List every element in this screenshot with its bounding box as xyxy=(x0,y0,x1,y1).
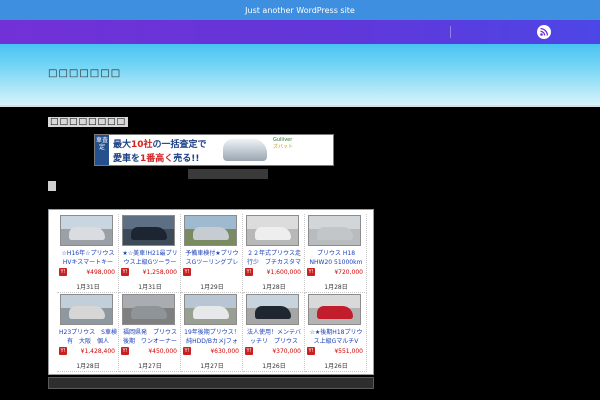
auction-icon: Y! xyxy=(307,268,315,276)
listing-footer-bar xyxy=(48,377,374,389)
auction-icon: Y! xyxy=(245,268,253,276)
listing-price: ¥1,428,400 xyxy=(80,348,115,355)
banner-partner-logos: Gulliver ズバット xyxy=(273,137,294,150)
car-shape xyxy=(317,227,353,240)
price-row: Y! ¥1,600,000 xyxy=(245,268,303,277)
listing-date: 1月28日 xyxy=(324,284,348,291)
listing-price: ¥720,000 xyxy=(334,269,363,276)
listing-title[interactable]: 予備車検付★プリウスGツーリングプレ xyxy=(183,249,241,267)
listing-title[interactable]: 19年後期プリウス！純HDD/BカメJフォ xyxy=(183,328,241,346)
listing-title[interactable]: ☆H16年☆プリウス HVキスマートキー xyxy=(59,249,117,267)
listing-title[interactable]: H23プリウス S車検有 大阪 個人 xyxy=(59,328,117,346)
listing-title[interactable]: ★☆美車!H21最プリウス上級Gツーラー xyxy=(121,249,179,267)
car-appraisal-banner[interactable]: 車査定 最大10社の一括査定で 愛車を1番高く売る!! Gulliver ズバッ… xyxy=(94,134,334,166)
nav-bar xyxy=(0,20,600,44)
listing-item[interactable]: ２２年式プリウス走行少 ブチカスタマ Y! ¥1,600,000 1月28日 xyxy=(243,214,305,293)
auction-icon: Y! xyxy=(245,347,253,355)
car-shape xyxy=(193,306,229,319)
listing-item[interactable]: 予備車検付★プリウスGツーリングプレ Y! 1月29日 xyxy=(181,214,243,293)
banner-car-image xyxy=(223,139,267,161)
car-shape xyxy=(131,306,167,319)
car-thumbnail[interactable] xyxy=(60,215,113,246)
price-row: Y! ¥720,000 xyxy=(307,268,365,277)
listing-item[interactable]: H23プリウス S車検有 大阪 個人 Y! ¥1,428,400 1月28日 xyxy=(57,293,119,372)
car-thumbnail[interactable] xyxy=(60,294,113,325)
car-shape xyxy=(317,306,353,319)
banner-headline-2: 愛車を1番高く売る!! xyxy=(113,154,200,164)
price-row: Y! ¥370,000 xyxy=(245,347,303,356)
price-row: Y! ¥1,258,000 xyxy=(121,268,179,277)
auction-icon: Y! xyxy=(121,268,129,276)
car-thumbnail[interactable] xyxy=(308,294,361,325)
car-listing-panel: ☆H16年☆プリウス HVキスマートキー Y! ¥498,000 1月31日 ★☆美車!… xyxy=(48,209,374,375)
listing-item[interactable]: 福岡県発 プリウス後期 ワンオーナー Y! ¥450,000 1月27日 xyxy=(119,293,181,372)
listing-date: 1月28日 xyxy=(76,363,100,370)
listing-title[interactable]: ☆★後期H18プリウス上級GマルチV xyxy=(307,328,365,346)
car-shape xyxy=(69,306,105,319)
listing-item[interactable]: ☆★後期H18プリウス上級GマルチV Y! ¥551,000 1月26日 xyxy=(305,293,367,372)
car-shape xyxy=(193,227,229,240)
banner-headline-1: 最大10社の一括査定で xyxy=(113,140,207,150)
car-thumbnail[interactable] xyxy=(246,294,299,325)
listing-price: ¥630,000 xyxy=(210,348,239,355)
listing-date: 1月28日 xyxy=(262,284,286,291)
car-shape xyxy=(255,306,291,319)
listing-title[interactable]: プリウス H18 NHW20 51000km xyxy=(307,249,365,267)
auction-icon: Y! xyxy=(183,347,191,355)
auction-icon: Y! xyxy=(183,268,191,276)
listing-price: ¥1,600,000 xyxy=(266,269,301,276)
auction-icon: Y! xyxy=(59,347,67,355)
site-title[interactable]: □□□□□□□ xyxy=(48,68,121,79)
listing-date: 1月26日 xyxy=(324,363,348,370)
auction-icon: Y! xyxy=(307,347,315,355)
listing-date: 1月27日 xyxy=(200,363,224,370)
listing-date: 1月29日 xyxy=(200,284,224,291)
banner-tag: 車査定 xyxy=(95,135,109,165)
listing-item[interactable]: 19年後期プリウス！純HDD/BカメJフォ Y! ¥630,000 1月27日 xyxy=(181,293,243,372)
nav-divider xyxy=(450,26,451,38)
listing-price: ¥370,000 xyxy=(272,348,301,355)
site-tagline-bar: Just another WordPress site xyxy=(0,0,600,20)
car-thumbnail[interactable] xyxy=(122,215,175,246)
car-listing-grid: ☆H16年☆プリウス HVキスマートキー Y! ¥498,000 1月31日 ★☆美車!… xyxy=(57,214,367,372)
price-row: Y! ¥1,428,400 xyxy=(59,347,117,356)
banner-caption-bar xyxy=(188,169,268,179)
listing-title[interactable]: 法人使用！メンテバッチリ プリウス xyxy=(245,328,303,346)
car-thumbnail[interactable] xyxy=(122,294,175,325)
listing-item[interactable]: 法人使用！メンテバッチリ プリウス Y! ¥370,000 1月26日 xyxy=(243,293,305,372)
auction-icon: Y! xyxy=(59,268,67,276)
price-row: Y! xyxy=(183,268,241,277)
auction-icon: Y! xyxy=(121,347,129,355)
listing-price: ¥551,000 xyxy=(334,348,363,355)
price-row: Y! ¥498,000 xyxy=(59,268,117,277)
listing-date: 1月31日 xyxy=(138,284,162,291)
listing-price: ¥1,258,000 xyxy=(142,269,177,276)
listing-item[interactable]: ☆H16年☆プリウス HVキスマートキー Y! ¥498,000 1月31日 xyxy=(57,214,119,293)
section-marker xyxy=(48,181,56,191)
listing-date: 1月31日 xyxy=(76,284,100,291)
listing-title[interactable]: 福岡県発 プリウス後期 ワンオーナー xyxy=(121,328,179,346)
car-shape xyxy=(69,227,105,240)
price-row: Y! ¥450,000 xyxy=(121,347,179,356)
listing-date: 1月27日 xyxy=(138,363,162,370)
rss-icon[interactable] xyxy=(537,25,551,39)
car-shape xyxy=(131,227,167,240)
listing-price: ¥498,000 xyxy=(86,269,115,276)
car-thumbnail[interactable] xyxy=(246,215,299,246)
car-shape xyxy=(255,227,291,240)
listing-date: 1月26日 xyxy=(262,363,286,370)
listing-price: ¥450,000 xyxy=(148,348,177,355)
car-thumbnail[interactable] xyxy=(184,215,237,246)
listing-item[interactable]: ★☆美車!H21最プリウス上級Gツーラー Y! ¥1,258,000 1月31日 xyxy=(119,214,181,293)
header-divider xyxy=(0,105,600,107)
site-tagline: Just another WordPress site xyxy=(245,5,355,15)
listing-item[interactable]: プリウス H18 NHW20 51000km Y! ¥720,000 1月28日 xyxy=(305,214,367,293)
car-thumbnail[interactable] xyxy=(184,294,237,325)
car-thumbnail[interactable] xyxy=(308,215,361,246)
listing-title[interactable]: ２２年式プリウス走行少 ブチカスタマ xyxy=(245,249,303,267)
price-row: Y! ¥630,000 xyxy=(183,347,241,356)
price-row: Y! ¥551,000 xyxy=(307,347,365,356)
widget-title: □□□□□□□□ xyxy=(48,117,129,127)
